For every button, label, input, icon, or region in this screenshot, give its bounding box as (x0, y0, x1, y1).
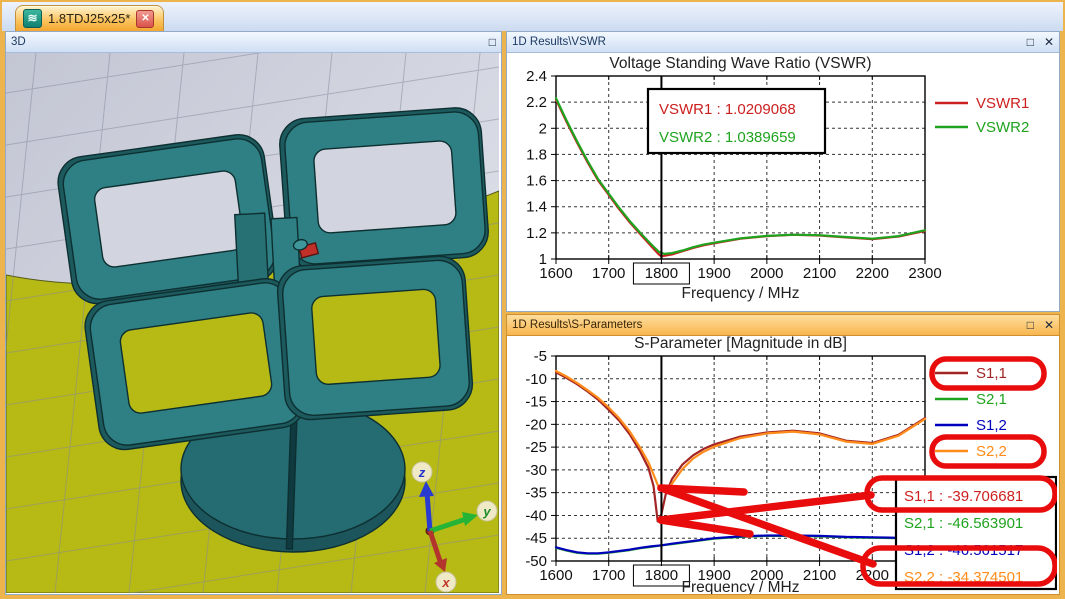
svg-text:1700: 1700 (592, 265, 625, 282)
svg-text:1800: 1800 (645, 265, 678, 282)
svg-text:S1,1: S1,1 (976, 365, 1007, 382)
axes (551, 355, 926, 566)
vswr-chart: 2.42.221.81.61.41.211600 1700 1800 1900 2000… (526, 55, 1029, 302)
maximize-icon[interactable]: □ (1027, 319, 1034, 331)
trace-S2,2 (554, 369, 927, 492)
project-waves-icon: ≋ (23, 9, 42, 28)
svg-text:-45: -45 (525, 530, 547, 547)
close-icon[interactable]: ✕ (1044, 319, 1054, 331)
svg-text:2200: 2200 (856, 265, 889, 282)
marker-readout-box: S1,1 : -39.706681 S2,1 : -46.563901 S1,2 :… (894, 475, 1058, 591)
panel-3d-view: 3D □ z y x (0, 14, 555, 599)
tick-labels: -5-10-15-20-25-30-35-40-45-501600 1700 180… (525, 348, 941, 584)
maximize-icon[interactable]: □ (489, 36, 496, 48)
svg-text:-30: -30 (525, 462, 547, 479)
gridlines (556, 356, 925, 561)
svg-text:-40: -40 (525, 507, 547, 524)
y-axis-label: y (482, 504, 491, 519)
svg-text:2300: 2300 (908, 265, 941, 282)
tab-close-icon[interactable]: ✕ (136, 9, 155, 28)
panel-sparameters-header[interactable]: 1D Results\S-Parameters □ ✕ (507, 315, 1059, 336)
svg-text:1800: 1800 (645, 567, 678, 584)
tab-title: 1.8TDJ25x25* (48, 11, 131, 26)
svg-text:-15: -15 (525, 394, 547, 411)
svg-text:2000: 2000 (750, 265, 783, 282)
z-axis-label: z (418, 465, 426, 480)
legend: S1,1 S2,1 S1,2 S2,2 (935, 365, 1007, 460)
svg-text:1.4: 1.4 (526, 199, 547, 216)
svg-text:2.4: 2.4 (526, 68, 547, 85)
svg-text:-25: -25 (525, 439, 547, 456)
svg-text:1.6: 1.6 (526, 173, 547, 190)
svg-text:S2,1: S2,1 (976, 391, 1007, 408)
x-axis-title: Frequency / MHz (681, 579, 799, 594)
svg-text:VSWR1: VSWR1 (976, 95, 1029, 112)
svg-text:2100: 2100 (803, 265, 836, 282)
svg-text:1600: 1600 (539, 265, 572, 282)
svg-text:-35: -35 (525, 485, 547, 502)
svg-text:2100: 2100 (803, 567, 836, 584)
panel-vswr: 1D Results\VSWR □ ✕ 2.4 2.2 2 1.8 1.6 1.4 1.2 1… (506, 31, 1060, 312)
tab-bar: ≋ 1.8TDJ25x25* ✕ (2, 2, 1063, 31)
svg-text:-5: -5 (534, 348, 547, 365)
panel-sparameters: 1D Results\S-Parameters □ ✕ -5 -10 -15 -20 -… (506, 314, 1060, 596)
svg-text:S2,2: S2,2 (976, 443, 1007, 460)
series (554, 369, 927, 555)
svg-text:S2,1 : -46.563901: S2,1 : -46.563901 (904, 515, 1023, 532)
svg-text:1.8: 1.8 (526, 146, 547, 163)
sparameter-chart: -5-10-15-20-25-30-35-40-45-501600 1700 180… (525, 335, 1058, 596)
panel-sparameters-title: 1D Results\S-Parameters (512, 319, 643, 331)
svg-text:2: 2 (539, 120, 547, 137)
svg-text:VSWR2: VSWR2 (976, 119, 1029, 136)
close-icon[interactable]: ✕ (1044, 36, 1054, 48)
document-tab[interactable]: ≋ 1.8TDJ25x25* ✕ (15, 5, 165, 31)
svg-text:2200: 2200 (856, 567, 889, 584)
svg-text:S1,2 : -46.561517: S1,2 : -46.561517 (904, 542, 1023, 559)
svg-text:1600: 1600 (539, 567, 572, 584)
panel-vswr-header[interactable]: 1D Results\VSWR □ ✕ (507, 32, 1059, 53)
x-axis-label: x (441, 575, 450, 590)
svg-text:S1,1 : -39.706681: S1,1 : -39.706681 (904, 488, 1023, 505)
panel-3d-header[interactable]: 3D □ (6, 32, 501, 53)
svg-text:1.2: 1.2 (526, 225, 547, 242)
svg-text:1700: 1700 (592, 567, 625, 584)
legend: VSWR1 VSWR2 (935, 95, 1029, 136)
3d-scene[interactable]: z y x (0, 14, 555, 599)
svg-text:-10: -10 (525, 371, 547, 388)
svg-text:S1,2: S1,2 (976, 417, 1007, 434)
svg-text:-20: -20 (525, 416, 547, 433)
svg-text:S2,2 : -34.374501: S2,2 : -34.374501 (904, 569, 1023, 586)
maximize-icon[interactable]: □ (1027, 36, 1034, 48)
x-axis-title: Frequency / MHz (681, 285, 799, 302)
marker-readout-box: VSWR1 : 1.0209068 VSWR2 : 1.0389659 (646, 87, 827, 155)
svg-text:1900: 1900 (697, 265, 730, 282)
panel-3d-title: 3D (11, 36, 26, 48)
svg-text:VSWR1 : 1.0209068: VSWR1 : 1.0209068 (659, 101, 796, 118)
svg-text:2.2: 2.2 (526, 94, 547, 111)
panel-vswr-title: 1D Results\VSWR (512, 36, 606, 48)
chart-title: Voltage Standing Wave Ratio (VSWR) (609, 55, 871, 72)
svg-text:VSWR2 : 1.0389659: VSWR2 : 1.0389659 (659, 129, 796, 146)
chart-title: S-Parameter [Magnitude in dB] (634, 336, 847, 352)
